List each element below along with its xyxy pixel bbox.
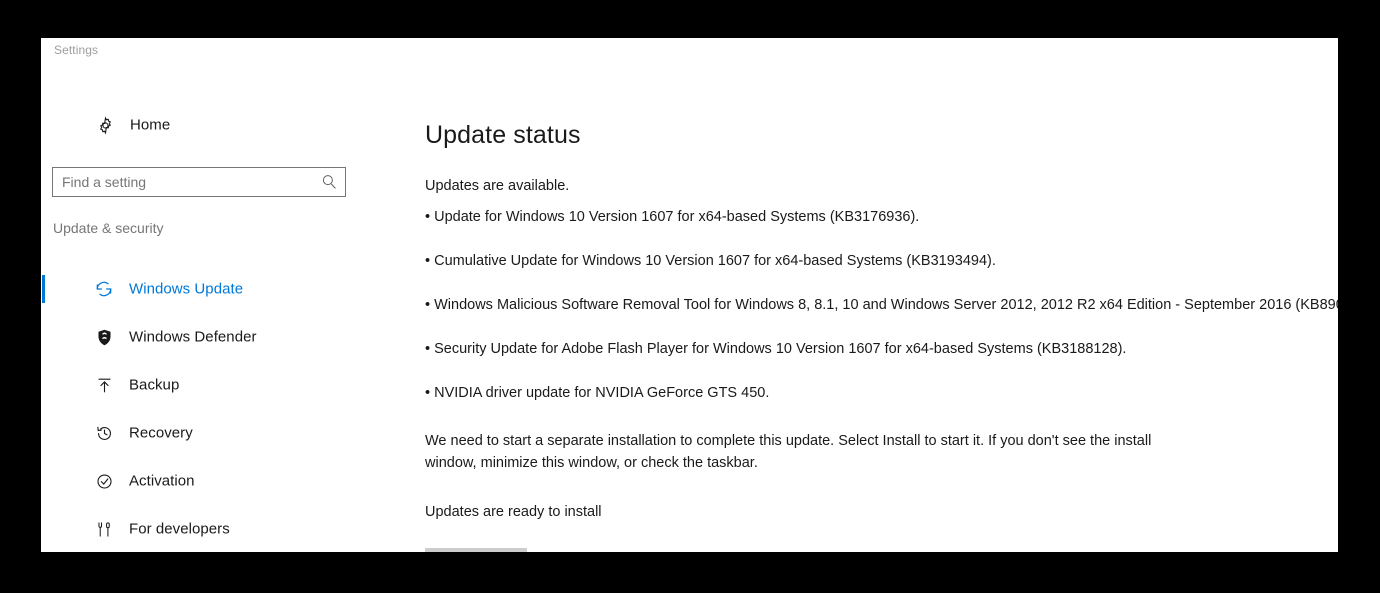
selection-accent — [42, 467, 45, 495]
list-item: • Update for Windows 10 Version 1607 for… — [425, 209, 920, 225]
sidebar-item-backup-label: Backup — [129, 376, 180, 394]
search-box[interactable] — [52, 167, 346, 197]
screen: Settings Home Find a setting Update & se… — [0, 0, 1380, 593]
sidebar: Home Update & security — [41, 68, 384, 552]
sidebar-item-windows-update-label: Windows Update — [129, 280, 244, 298]
sidebar-item-for-developers-label: For developers — [129, 520, 230, 538]
list-item: • Security Update for Adobe Flash Player… — [425, 341, 1127, 357]
shield-icon — [93, 326, 115, 348]
sidebar-item-windows-defender[interactable]: Windows Defender — [41, 316, 384, 358]
main-content: Update status Updates are available. • U… — [384, 68, 1338, 552]
window-title: Settings — [54, 43, 99, 57]
install-now-button[interactable]: Install now — [425, 548, 528, 552]
settings-window: Settings Home Find a setting Update & se… — [41, 38, 1338, 552]
page-title: Update status — [425, 121, 581, 149]
selection-accent — [42, 323, 45, 351]
search-input[interactable] — [62, 168, 312, 196]
selection-accent — [42, 419, 45, 447]
check-circle-icon — [93, 470, 115, 492]
list-item: • Windows Malicious Software Removal Too… — [425, 297, 1338, 313]
list-item: • NVIDIA driver update for NVIDIA GeForc… — [425, 385, 770, 401]
tools-icon — [93, 518, 115, 540]
updates-ready-status: Updates are ready to install — [425, 504, 602, 520]
sidebar-item-backup[interactable]: Backup — [41, 364, 384, 406]
sidebar-item-recovery[interactable]: Recovery — [41, 412, 384, 454]
window-titlebar: Settings — [41, 38, 1338, 68]
separate-installation-note: We need to start a separate installation… — [425, 433, 1152, 471]
sidebar-item-recovery-label: Recovery — [129, 424, 193, 442]
selection-accent — [42, 371, 45, 399]
sidebar-item-activation-label: Activation — [129, 472, 195, 490]
selection-accent — [42, 515, 45, 543]
gear-icon — [94, 114, 116, 136]
sidebar-item-home[interactable]: Home — [41, 104, 384, 146]
upload-arrow-icon — [93, 374, 115, 396]
search-icon[interactable] — [320, 173, 338, 191]
refresh-icon — [93, 278, 115, 300]
sidebar-item-windows-update[interactable]: Windows Update — [41, 268, 384, 310]
history-clock-icon — [93, 422, 115, 444]
sidebar-item-home-label: Home — [130, 116, 171, 134]
sidebar-item-windows-defender-label: Windows Defender — [129, 328, 257, 346]
sidebar-item-activation[interactable]: Activation — [41, 460, 384, 502]
selection-accent — [42, 111, 45, 139]
selection-accent — [42, 275, 45, 303]
list-item: • Cumulative Update for Windows 10 Versi… — [425, 253, 996, 269]
sidebar-item-for-developers[interactable]: For developers — [41, 508, 384, 550]
sidebar-category-label: Update & security — [53, 220, 164, 236]
updates-available-text: Updates are available. — [425, 178, 570, 194]
